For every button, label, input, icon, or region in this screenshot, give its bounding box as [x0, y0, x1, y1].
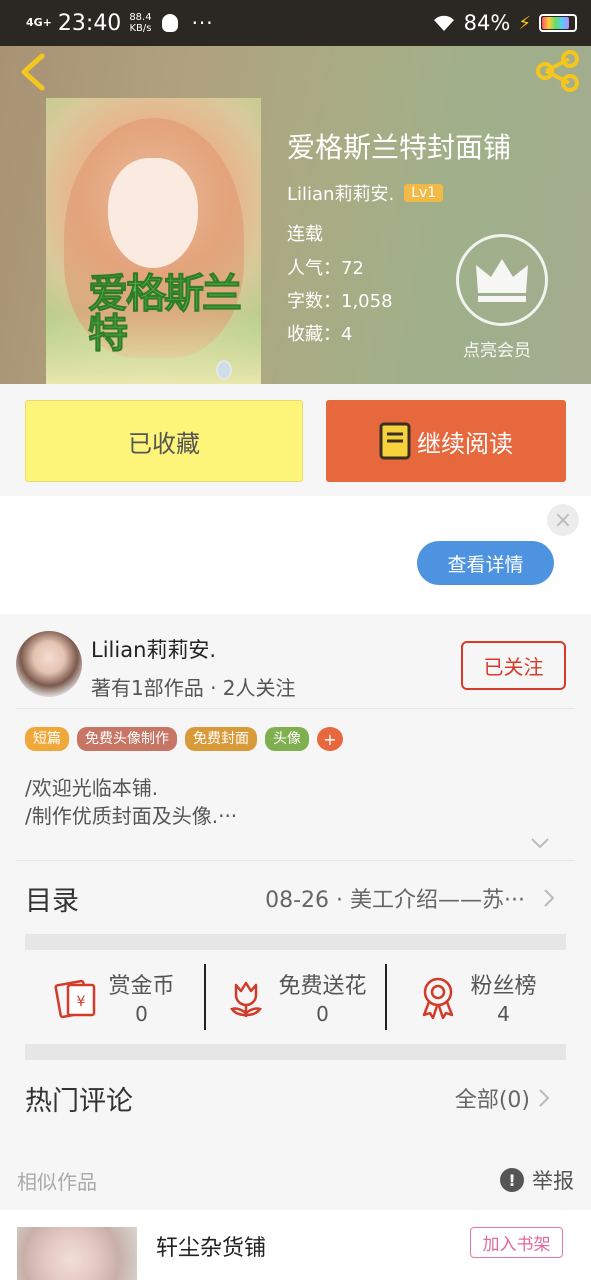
cover-pocket-watch [216, 360, 232, 380]
tag-item[interactable]: 头像 [265, 727, 309, 751]
medal-icon [423, 977, 454, 1019]
crown-icon [476, 259, 528, 302]
speed-value: 88.4 [129, 12, 152, 23]
report-button[interactable]: ! 举报 [500, 1165, 574, 1195]
speed-unit: KB/s [129, 23, 152, 34]
similar-book-cover[interactable] [17, 1227, 137, 1280]
book-intro[interactable]: /欢迎光临本铺. /制作优质封面及头像.··· [25, 774, 237, 830]
battery-fill [542, 17, 569, 29]
cover-face [108, 158, 198, 268]
similar-works-header: 相似作品 ! 举报 [0, 1150, 591, 1210]
intro-line: /制作优质封面及头像.··· [25, 804, 238, 828]
alert-icon: ! [500, 1168, 524, 1192]
battery-icon [539, 14, 577, 32]
book-icon [379, 422, 411, 460]
cover-title: 爱格斯兰特 [88, 270, 243, 357]
hot-comments-title: 热门评论 [25, 1085, 133, 1117]
continue-reading-label: 继续阅读 [417, 429, 513, 458]
book-favorites: 收藏：4 [287, 324, 353, 345]
book-popularity: 人气：72 [287, 258, 364, 279]
continue-reading-button[interactable]: 继续阅读 [326, 400, 566, 482]
list-item[interactable]: 轩尘杂货铺 加入书架 [0, 1210, 591, 1280]
author-avatar[interactable] [16, 631, 82, 697]
book-word-count: 字数：1,058 [287, 291, 393, 312]
ad-detail-button[interactable]: 查看详情 [417, 541, 554, 585]
reward-coin-stat[interactable]: ¥ 赏金币 0 [25, 964, 204, 1030]
free-flower-stat[interactable]: 免费送花 0 [204, 964, 385, 1030]
expand-chevron-down-icon[interactable] [530, 836, 550, 850]
follow-button[interactable]: 已关注 [461, 641, 566, 690]
similar-works-title: 相似作品 [17, 1169, 97, 1194]
status-time: 23:40 [57, 10, 122, 36]
qq-penguin-icon [161, 14, 178, 32]
book-author-line: Lilian莉莉安. Lv1 [287, 180, 444, 206]
book-status: 连载 [287, 224, 323, 245]
vip-label[interactable]: 点亮会员 [463, 336, 531, 361]
book-header: 爱格斯兰特 爱格斯兰特封面铺 Lilian莉莉安. Lv1 连载 人气：72 字… [0, 46, 591, 384]
tag-item[interactable]: 免费头像制作 [77, 727, 177, 751]
ad-close-button[interactable]: × [547, 504, 579, 536]
similar-book-title[interactable]: 轩尘杂货铺 [156, 1230, 266, 1262]
collected-button[interactable]: 已收藏 [25, 400, 303, 482]
book-title: 爱格斯兰特封面铺 [287, 131, 512, 164]
battery-percent: 84% [463, 11, 511, 35]
wifi-icon [433, 15, 454, 31]
section-separator [25, 934, 566, 950]
add-to-shelf-button[interactable]: 加入书架 [470, 1227, 563, 1258]
tag-item[interactable]: 免费封面 [185, 727, 257, 751]
network-indicator: 4G+ [26, 16, 52, 29]
book-cover[interactable]: 爱格斯兰特 [46, 98, 261, 384]
flower-icon [230, 981, 263, 1017]
book-author[interactable]: Lilian莉莉安. [287, 180, 394, 206]
author-name[interactable]: Lilian莉莉安. [91, 634, 216, 664]
author-section: Lilian莉莉安. 著有1部作品 · 2人关注 已关注 短篇 免费头像制作 免… [0, 614, 591, 1144]
stat-value: 0 [135, 1002, 148, 1026]
share-icon[interactable] [535, 50, 581, 92]
section-separator [25, 1044, 566, 1060]
all-comments-link[interactable]: 全部(0) [455, 1082, 530, 1114]
add-tag-button[interactable]: + [317, 727, 343, 751]
charging-icon: ⚡ [518, 12, 531, 34]
back-arrow-icon[interactable] [16, 52, 50, 92]
author-stats: 著有1部作品 · 2人关注 [91, 676, 296, 700]
intro-line: /欢迎光临本铺. [25, 776, 159, 800]
more-notifications-icon: ··· [191, 11, 214, 35]
status-bar: 4G+ 23:40 88.4 KB/s ··· 84% ⚡ [0, 0, 591, 46]
table-of-contents-row[interactable]: 目录 08-26 · 美工介绍——苏··· [25, 860, 555, 936]
chevron-right-icon [544, 889, 555, 907]
level-badge: Lv1 [404, 184, 444, 202]
stat-value: 0 [316, 1002, 329, 1026]
svg-text:¥: ¥ [77, 994, 86, 1010]
toc-latest-chapter: 08-26 · 美工介绍——苏··· [265, 888, 525, 913]
stat-label: 粉丝榜 [470, 974, 537, 999]
hot-comments-row[interactable]: 热门评论 全部(0) [25, 1066, 550, 1130]
chevron-right-icon [539, 1089, 550, 1107]
vip-crown-button[interactable] [456, 234, 548, 326]
fan-rank-stat[interactable]: 粉丝榜 4 [385, 964, 566, 1030]
report-label: 举报 [532, 1169, 574, 1193]
stat-label: 赏金币 [108, 974, 175, 999]
tag-item[interactable]: 短篇 [25, 727, 69, 751]
support-stats: ¥ 赏金币 0 免费送花 0 粉丝榜 4 [25, 964, 566, 1030]
stat-value: 4 [497, 1002, 510, 1026]
ad-banner: × 查看详情 [0, 496, 591, 614]
action-bar: 已收藏 继续阅读 [0, 384, 591, 496]
tag-list: 短篇 免费头像制作 免费封面 头像 + [25, 727, 343, 751]
stat-label: 免费送花 [278, 974, 367, 999]
network-speed: 88.4 KB/s [129, 12, 151, 34]
toc-label: 目录 [25, 885, 79, 917]
divider [16, 708, 575, 709]
reward-coin-icon: ¥ [54, 979, 96, 1019]
